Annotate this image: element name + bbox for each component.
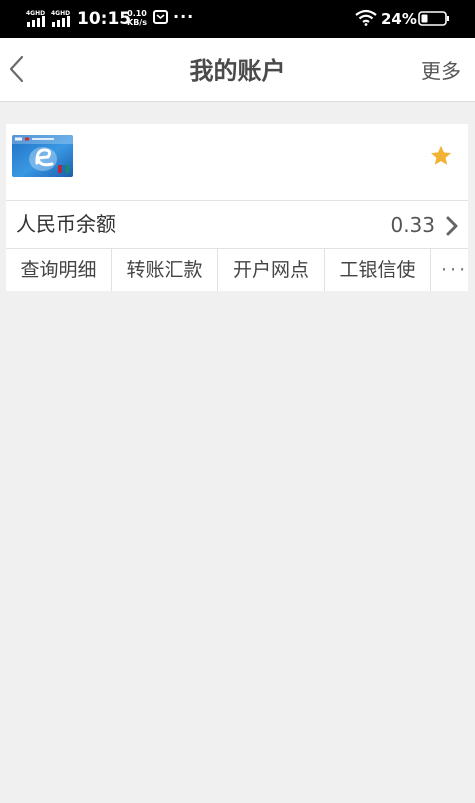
page-title: 我的账户 xyxy=(189,57,286,85)
nav-bar: 我的账户 更多 xyxy=(0,38,475,102)
overflow-dots: ··· xyxy=(173,7,195,26)
status-bar: 4GHD 4GHD 10:15 0.10 KB/s ··· 24% xyxy=(0,0,475,38)
query-details-button[interactable]: 查询明细 xyxy=(6,249,112,291)
signal-icon: 4GHD xyxy=(26,10,45,27)
balance-row[interactable]: 人民币余额 0.33 xyxy=(6,201,468,248)
wifi-icon xyxy=(355,9,377,26)
battery-icon xyxy=(418,11,449,26)
chevron-right-icon xyxy=(446,216,458,236)
account-card: 人民币余额 0.33 查询明细 转账汇款 开户网点 工银信使 ··· xyxy=(6,124,468,291)
balance-label: 人民币余额 xyxy=(16,212,116,236)
branch-button[interactable]: 开户网点 xyxy=(218,249,325,291)
network-speed-unit: KB/s xyxy=(127,18,147,27)
transfer-button[interactable]: 转账汇款 xyxy=(112,249,218,291)
card-header[interactable] xyxy=(6,124,468,200)
svg-text:4GHD: 4GHD xyxy=(26,10,45,17)
icbc-messenger-button[interactable]: 工银信使 xyxy=(325,249,431,291)
star-icon[interactable] xyxy=(429,144,453,168)
balance-value: 0.33 xyxy=(390,213,435,237)
svg-text:4GHD: 4GHD xyxy=(51,10,70,17)
chevron-left-icon[interactable] xyxy=(4,52,30,86)
signal-icon: 4GHD xyxy=(51,10,70,27)
message-icon xyxy=(153,10,168,24)
more-actions-button[interactable]: ··· xyxy=(431,249,468,291)
bank-card-image xyxy=(12,135,73,177)
clock: 10:15 xyxy=(77,9,132,29)
network-speed: 0.10 KB/s xyxy=(127,9,147,27)
more-button[interactable]: 更多 xyxy=(421,58,461,84)
battery-percent: 24% xyxy=(381,10,417,28)
network-speed-value: 0.10 xyxy=(127,9,147,18)
action-bar: 查询明细 转账汇款 开户网点 工银信使 ··· xyxy=(6,249,468,291)
